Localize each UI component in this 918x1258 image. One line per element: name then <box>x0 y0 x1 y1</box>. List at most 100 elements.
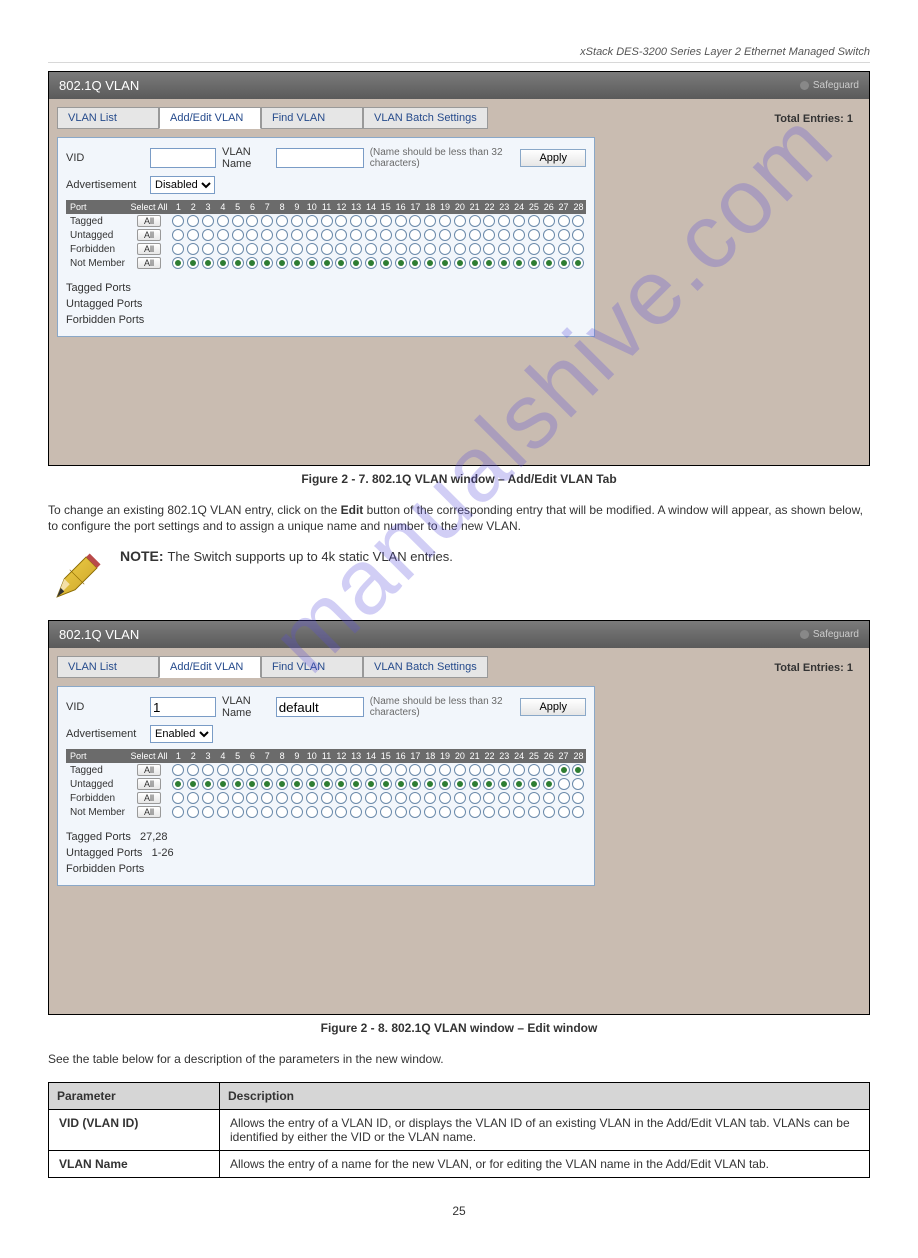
port-radio[interactable] <box>350 792 362 804</box>
port-radio[interactable] <box>439 778 451 790</box>
port-radio[interactable] <box>187 229 199 241</box>
port-radio[interactable] <box>365 257 377 269</box>
port-radio[interactable] <box>365 229 377 241</box>
port-radio[interactable] <box>217 778 229 790</box>
port-radio[interactable] <box>202 806 214 818</box>
port-radio[interactable] <box>232 792 244 804</box>
tab-vlan-batch-settings[interactable]: VLAN Batch Settings <box>363 107 488 129</box>
port-radio[interactable] <box>291 792 303 804</box>
port-radio[interactable] <box>469 229 481 241</box>
port-radio[interactable] <box>380 215 392 227</box>
port-radio[interactable] <box>321 792 333 804</box>
port-radio[interactable] <box>261 764 273 776</box>
port-radio[interactable] <box>187 243 199 255</box>
port-radio[interactable] <box>395 215 407 227</box>
port-radio[interactable] <box>454 764 466 776</box>
port-radio[interactable] <box>483 764 495 776</box>
port-radio[interactable] <box>424 257 436 269</box>
port-radio[interactable] <box>365 764 377 776</box>
apply-button[interactable]: Apply <box>520 149 586 167</box>
port-radio[interactable] <box>558 215 570 227</box>
port-radio[interactable] <box>202 257 214 269</box>
select-all-button[interactable]: All <box>137 792 161 804</box>
port-radio[interactable] <box>424 215 436 227</box>
port-radio[interactable] <box>498 792 510 804</box>
vlan-name-input-2[interactable] <box>276 697 364 717</box>
port-radio[interactable] <box>409 215 421 227</box>
port-radio[interactable] <box>409 792 421 804</box>
port-radio[interactable] <box>217 764 229 776</box>
port-radio[interactable] <box>469 778 481 790</box>
port-radio[interactable] <box>409 257 421 269</box>
tab-vlan-list[interactable]: VLAN List <box>57 107 159 129</box>
port-radio[interactable] <box>572 215 584 227</box>
port-radio[interactable] <box>469 806 481 818</box>
port-radio[interactable] <box>321 778 333 790</box>
port-radio[interactable] <box>439 764 451 776</box>
port-radio[interactable] <box>469 215 481 227</box>
port-radio[interactable] <box>380 257 392 269</box>
apply-button-2[interactable]: Apply <box>520 698 586 716</box>
port-radio[interactable] <box>232 806 244 818</box>
port-radio[interactable] <box>380 778 392 790</box>
port-radio[interactable] <box>395 229 407 241</box>
port-radio[interactable] <box>246 806 258 818</box>
port-radio[interactable] <box>543 778 555 790</box>
vlan-name-input[interactable] <box>276 148 364 168</box>
port-radio[interactable] <box>350 764 362 776</box>
port-radio[interactable] <box>572 257 584 269</box>
port-radio[interactable] <box>513 764 525 776</box>
port-radio[interactable] <box>187 257 199 269</box>
port-radio[interactable] <box>528 764 540 776</box>
tab-add-edit-vlan-2[interactable]: Add/Edit VLAN <box>159 656 261 678</box>
port-radio[interactable] <box>321 215 333 227</box>
port-radio[interactable] <box>424 229 436 241</box>
port-radio[interactable] <box>454 778 466 790</box>
port-radio[interactable] <box>424 764 436 776</box>
port-radio[interactable] <box>172 792 184 804</box>
port-radio[interactable] <box>276 792 288 804</box>
port-radio[interactable] <box>528 229 540 241</box>
port-radio[interactable] <box>291 243 303 255</box>
port-radio[interactable] <box>558 778 570 790</box>
port-radio[interactable] <box>321 243 333 255</box>
port-radio[interactable] <box>202 243 214 255</box>
port-radio[interactable] <box>350 243 362 255</box>
port-radio[interactable] <box>202 764 214 776</box>
port-radio[interactable] <box>187 778 199 790</box>
port-radio[interactable] <box>232 764 244 776</box>
port-radio[interactable] <box>513 215 525 227</box>
tab-find-vlan[interactable]: Find VLAN <box>261 107 363 129</box>
port-radio[interactable] <box>513 229 525 241</box>
port-radio[interactable] <box>395 257 407 269</box>
port-radio[interactable] <box>469 257 481 269</box>
port-radio[interactable] <box>261 778 273 790</box>
port-radio[interactable] <box>246 215 258 227</box>
port-radio[interactable] <box>498 243 510 255</box>
tab-find-vlan-2[interactable]: Find VLAN <box>261 656 363 678</box>
port-radio[interactable] <box>350 215 362 227</box>
port-radio[interactable] <box>172 215 184 227</box>
port-radio[interactable] <box>558 243 570 255</box>
port-radio[interactable] <box>454 806 466 818</box>
port-radio[interactable] <box>395 792 407 804</box>
port-radio[interactable] <box>424 792 436 804</box>
port-radio[interactable] <box>513 778 525 790</box>
port-radio[interactable] <box>513 243 525 255</box>
port-radio[interactable] <box>172 778 184 790</box>
port-radio[interactable] <box>306 229 318 241</box>
port-radio[interactable] <box>261 806 273 818</box>
port-radio[interactable] <box>291 229 303 241</box>
tab-add-edit-vlan[interactable]: Add/Edit VLAN <box>159 107 261 129</box>
port-radio[interactable] <box>409 806 421 818</box>
port-radio[interactable] <box>572 764 584 776</box>
port-radio[interactable] <box>439 792 451 804</box>
port-radio[interactable] <box>291 215 303 227</box>
port-radio[interactable] <box>306 243 318 255</box>
port-radio[interactable] <box>335 792 347 804</box>
port-radio[interactable] <box>558 257 570 269</box>
port-radio[interactable] <box>187 215 199 227</box>
port-radio[interactable] <box>409 229 421 241</box>
port-radio[interactable] <box>572 806 584 818</box>
port-radio[interactable] <box>217 243 229 255</box>
